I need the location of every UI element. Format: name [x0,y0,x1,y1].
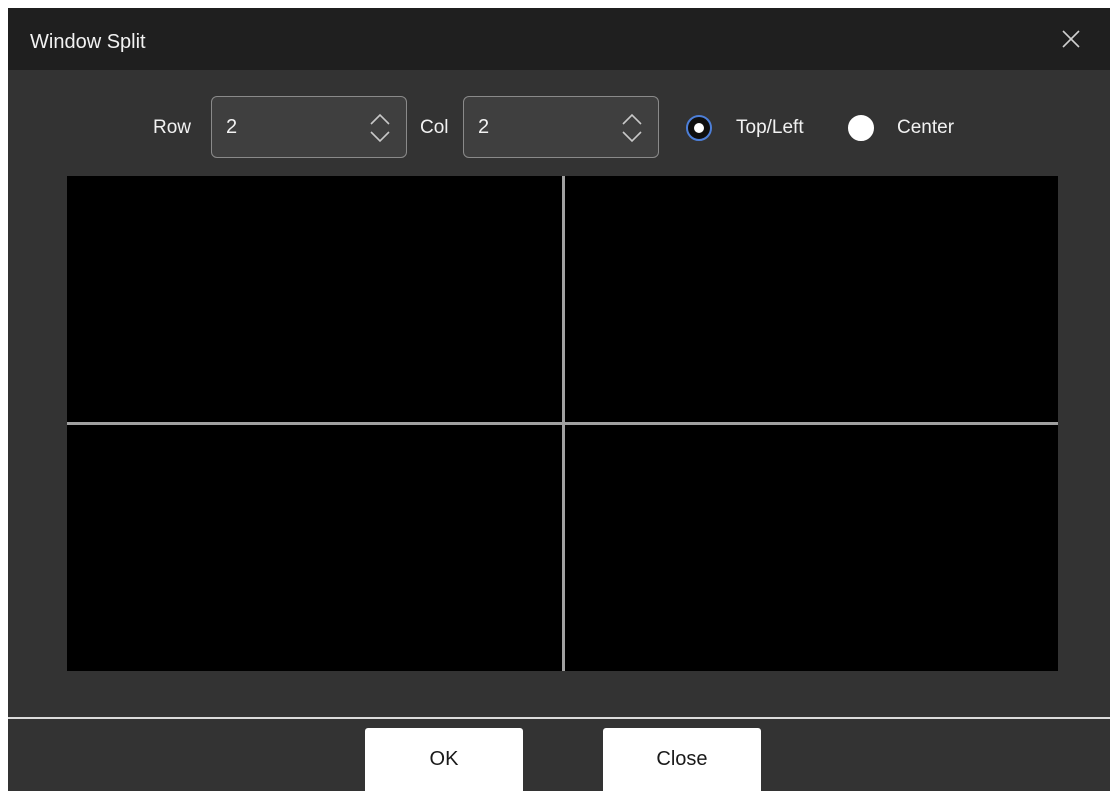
close-button[interactable]: Close [603,728,761,791]
col-spinbox[interactable]: 2 [463,96,659,158]
col-value[interactable]: 2 [478,115,489,139]
horizontal-split-line [67,422,1058,425]
radio-top-left[interactable] [686,115,712,141]
radio-center[interactable] [848,115,874,141]
dialog-title: Window Split [30,31,146,53]
titlebar: Window Split [8,8,1110,70]
radio-top-left-label[interactable]: Top/Left [736,116,804,140]
col-label: Col [420,117,449,138]
split-preview [67,176,1058,671]
radio-center-label[interactable]: Center [897,116,954,140]
row-spinbox[interactable]: 2 [211,96,407,158]
chevron-up-down-icon[interactable] [368,111,392,145]
window-split-dialog: Window Split Row 2 Col 2 Top/Left Center… [8,8,1110,791]
row-value[interactable]: 2 [226,115,237,139]
row-label: Row [153,117,192,138]
close-icon[interactable] [1058,26,1084,52]
footer-divider [8,717,1110,719]
ok-button[interactable]: OK [365,728,523,791]
chevron-up-down-icon[interactable] [620,111,644,145]
